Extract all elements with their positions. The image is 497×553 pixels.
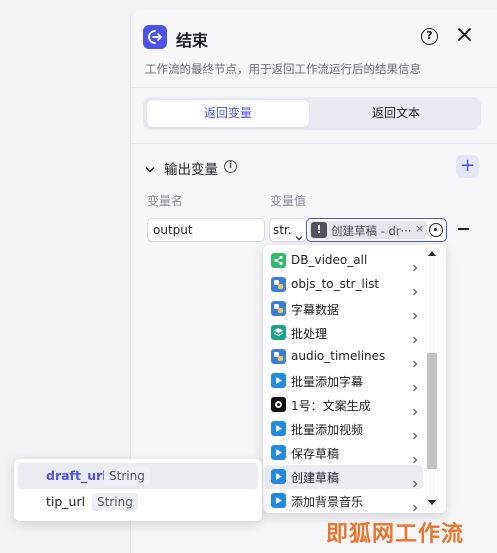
close-icon[interactable] [456,26,473,43]
chevron-right-icon [411,401,419,416]
return-mode-tabs: 返回变量 返回文本 [143,97,481,130]
remove-variable-button[interactable] [458,228,469,230]
plugin-icon [271,373,286,388]
dropdown-scrollbar[interactable] [425,247,439,511]
chevron-right-icon [411,257,419,272]
chevron-right-icon [411,305,419,320]
dropdown-item[interactable]: 1号：文案生成 [265,393,423,417]
submenu-item-name: draft_url [46,468,107,483]
dropdown-item[interactable]: 添加背景音乐 [265,489,423,513]
dropdown-item-label: 批量添加字幕 [291,375,364,389]
target-icon[interactable] [429,223,443,237]
watermark-text: 即狐网工作流 [326,522,465,547]
chevron-right-icon [411,425,419,440]
dropdown-item-label: objs_to_str_list [291,277,380,291]
plugin-icon [271,421,286,436]
column-header-name: 变量名 [147,194,184,208]
dropdown-item[interactable]: 创建草稿 [265,465,423,489]
dropdown-item-label: 创建草稿 [291,471,340,485]
dropdown-item[interactable]: audio_timelines [265,345,423,369]
python-icon [271,301,286,316]
dropdown-item-label: 保存草稿 [291,447,340,461]
variable-reference-field[interactable]: ! 创建草稿 - dr··· × [306,218,447,242]
chevron-right-icon [411,473,419,488]
help-icon[interactable]: ? [421,28,438,45]
variable-type-value: str. [273,223,292,237]
plugin-icon [271,445,286,460]
type-badge: String [92,493,138,511]
submenu-item-name: tip_url [46,494,86,509]
dropdown-item[interactable]: 批处理 [265,321,423,345]
llm-icon [271,397,286,412]
variable-name-input[interactable] [147,218,265,242]
green-flow-icon [271,253,286,268]
chevron-right-icon [411,377,419,392]
dropdown-item[interactable]: 字幕数据 [265,297,423,321]
chevron-right-icon [411,353,419,368]
reference-tag-label: 创建草稿 - dr··· [331,224,412,238]
tab-return-variables[interactable]: 返回变量 [147,100,309,127]
plugin-icon [271,493,286,508]
dropdown-item-label: 字幕数据 [291,303,340,317]
column-header-value: 变量值 [270,194,307,208]
dropdown-item[interactable]: 保存草稿 [265,441,423,465]
scroll-up-icon[interactable] [428,251,436,256]
python-icon [271,349,286,364]
plugin-icon [271,469,286,484]
add-variable-button[interactable]: + [456,155,479,178]
chevron-right-icon [411,497,419,512]
info-icon[interactable]: i [224,160,237,173]
node-output-submenu: draft_url String tip_url String [14,459,262,521]
dropdown-item-label: 批处理 [291,327,328,341]
type-badge: String [104,467,150,485]
close-icon[interactable]: × [415,222,424,235]
dropdown-item-label: audio_timelines [291,349,386,363]
scroll-down-icon[interactable] [428,500,436,505]
warning-icon: ! [311,222,327,238]
dropdown-item[interactable]: 批量添加字幕 [265,369,423,393]
dropdown-item[interactable]: objs_to_str_list [265,273,423,297]
dropdown-item-label: DB_video_all [291,253,368,267]
variable-type-select[interactable]: str. [269,218,307,242]
node-reference-dropdown: DB_video_all objs_to_str_list 字幕数据批处理 audio… [263,245,446,513]
panel-title: 结束 [176,31,209,50]
python-icon [271,277,286,292]
chevron-right-icon [411,329,419,344]
dropdown-item-label: 批量添加视频 [291,423,364,437]
end-node-icon [143,25,167,49]
dropdown-item[interactable]: DB_video_all [265,249,423,273]
reference-tag: ! 创建草稿 - dr··· × [309,221,427,239]
submenu-item-draft-url[interactable]: draft_url String [18,463,258,489]
section-title-output: 输出变量 [164,162,218,178]
dropdown-item[interactable]: 批量添加视频 [265,417,423,441]
tab-return-text[interactable]: 返回文本 [315,100,477,127]
chevron-down-icon[interactable] [145,160,155,173]
panel-description: 工作流的最终节点，用于返回工作流运行后的结果信息 [145,62,421,76]
chevron-right-icon [411,449,419,464]
chevron-right-icon [411,281,419,296]
dropdown-item-label: 添加背景音乐 [291,495,364,509]
chevron-down-icon [295,227,303,241]
divider [131,143,497,144]
dropdown-item-label: 1号：文案生成 [291,399,371,413]
scroll-thumb[interactable] [427,353,437,469]
divider [131,87,497,88]
batch-icon [271,325,286,340]
submenu-item-tip-url[interactable]: tip_url String [18,489,258,515]
